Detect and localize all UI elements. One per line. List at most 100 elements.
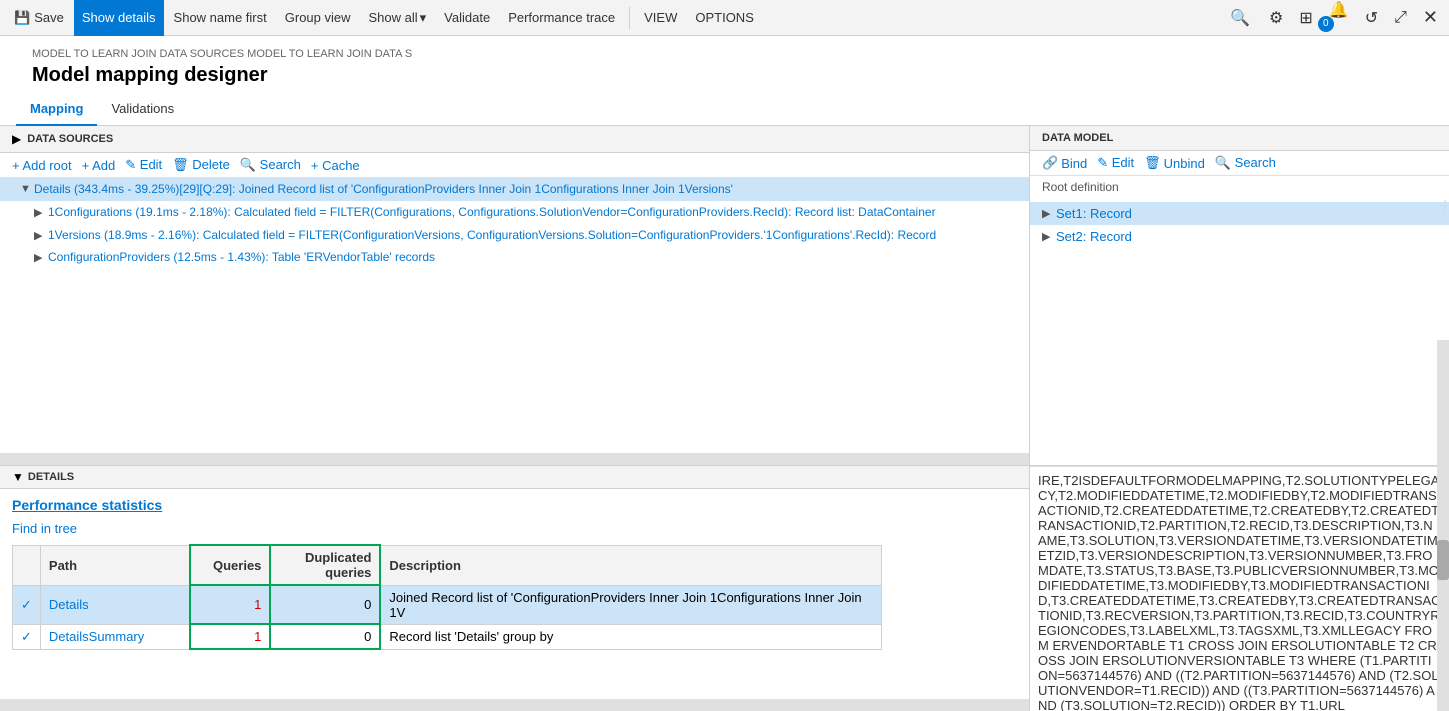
show-details-button[interactable]: Show details: [74, 0, 164, 36]
row-dup-details: 0: [270, 585, 380, 624]
group-view-button[interactable]: Group view: [277, 0, 359, 36]
save-icon: 💾: [14, 10, 30, 26]
ds-section-label: DATA SOURCES: [27, 133, 113, 145]
details-content: Performance statistics Find in tree Path…: [0, 489, 1029, 699]
tab-bar: Mapping Validations: [0, 95, 1449, 126]
right-panel: DATA MODEL 🔗 Bind ✎ Edit 🗑 Unbind: [1030, 126, 1449, 711]
data-model-section: DATA MODEL 🔗 Bind ✎ Edit 🗑 Unbind: [1030, 126, 1449, 466]
row-path-details: Details: [40, 585, 190, 624]
row-check-summary: ✓: [13, 624, 41, 649]
add-button[interactable]: + Add: [82, 158, 116, 173]
unbind-icon: 🗑: [1144, 155, 1161, 171]
tab-mapping[interactable]: Mapping: [16, 95, 97, 126]
table-row-detailssummary[interactable]: ✓ DetailsSummary 1 0 Record list 'Detail…: [13, 624, 882, 649]
validate-button[interactable]: Validate: [436, 0, 498, 36]
details-section-label: DETAILS: [28, 471, 74, 483]
notification-area: 🔔 0: [1324, 0, 1354, 38]
row-queries-details: 1: [190, 585, 270, 624]
perf-stats-title: Performance statistics: [12, 497, 1017, 513]
notification-badge: 0: [1318, 16, 1334, 32]
table-row-details[interactable]: ✓ Details 1 0 Joined Record list of 'Con…: [13, 585, 882, 624]
cache-button[interactable]: + Cache: [311, 158, 360, 173]
details-header: ▼ DETAILS: [0, 466, 1029, 489]
view-button[interactable]: VIEW: [636, 0, 685, 36]
open-new-button[interactable]: ⤢: [1389, 7, 1412, 29]
left-panel: ▶ DATA SOURCES + Add root + Add ✎ Edit 🗑…: [0, 126, 1030, 711]
sql-panel[interactable]: IRE,T2ISDEFAULTFORMODELMAPPING,T2.SOLUTI…: [1030, 466, 1449, 711]
find-in-tree-link[interactable]: Find in tree: [12, 521, 77, 536]
dm-expand-set2[interactable]: ▶: [1042, 230, 1056, 243]
tree-item-label-1versions: 1Versions (18.9ms - 2.16%): Calculated f…: [48, 227, 936, 244]
page-title: Model mapping designer: [16, 62, 1433, 95]
row-dup-summary: 0: [270, 624, 380, 649]
tree-item-label-details: Details (343.4ms - 39.25%)[29][Q:29]: Jo…: [34, 181, 733, 198]
row-path-summary: DetailsSummary: [40, 624, 190, 649]
data-sources-header: ▶ DATA SOURCES: [0, 126, 1029, 153]
tree-item-1versions[interactable]: ▶ 1Versions (18.9ms - 2.16%): Calculated…: [0, 224, 1029, 247]
performance-trace-button[interactable]: Performance trace: [500, 0, 623, 36]
dm-edit-button[interactable]: ✎ Edit: [1097, 155, 1134, 171]
root-definition: Root definition: [1030, 176, 1449, 198]
chevron-down-icon: ▾: [420, 10, 427, 26]
bind-button[interactable]: 🔗 Bind: [1042, 155, 1087, 171]
tree-expand-1versions[interactable]: ▶: [34, 229, 48, 242]
tree-item-configproviders[interactable]: ▶ ConfigurationProviders (12.5ms - 1.43%…: [0, 246, 1029, 269]
bind-icon: 🔗: [1042, 155, 1058, 171]
toolbar-separator-1: [629, 7, 630, 29]
split-area: ▶ DATA SOURCES + Add root + Add ✎ Edit 🗑…: [0, 126, 1449, 711]
dm-item-label-set1: Set1: Record: [1056, 206, 1132, 221]
dm-search-button[interactable]: 🔍 Search: [1215, 155, 1276, 171]
edit-button[interactable]: ✎ Edit: [125, 157, 162, 173]
dm-toolbar: 🔗 Bind ✎ Edit 🗑 Unbind 🔍 Search: [1030, 151, 1449, 176]
tree-item-details[interactable]: ▼ Details (343.4ms - 39.25%)[29][Q:29]: …: [0, 178, 1029, 201]
tree-item-label-1configs: 1Configurations (19.1ms - 2.18%): Calcul…: [48, 204, 936, 221]
ds-collapse-toggle[interactable]: ▶: [12, 132, 21, 146]
row-queries-summary: 1: [190, 624, 270, 649]
tree-expand-configproviders[interactable]: ▶: [34, 251, 48, 264]
tree-expand-1configs[interactable]: ▶: [34, 206, 48, 219]
options-button[interactable]: OPTIONS: [687, 0, 762, 36]
th-check: [13, 545, 41, 585]
refresh-button[interactable]: ↺: [1360, 6, 1383, 30]
details-section: ▼ DETAILS Performance statistics Find in…: [0, 466, 1029, 711]
details-hscroll[interactable]: [0, 699, 1029, 711]
delete-button[interactable]: 🗑 Delete: [172, 157, 230, 173]
search-ds-button[interactable]: 🔍 Search: [240, 157, 301, 173]
tab-validations[interactable]: Validations: [97, 95, 188, 126]
ds-toolbar: + Add root + Add ✎ Edit 🗑 Delete 🔍 Searc…: [0, 153, 1029, 178]
breadcrumb-area: MODEL TO LEARN JOIN DATA SOURCES MODEL T…: [0, 36, 1449, 95]
tree-expand-details[interactable]: ▼: [20, 183, 34, 195]
sql-area: ⋮ IRE,T2ISDEFAULTFORMODELMAPPING,T2.SOLU…: [1030, 466, 1449, 711]
main-content: MODEL TO LEARN JOIN DATA SOURCES MODEL T…: [0, 36, 1449, 711]
ds-tree: ▼ Details (343.4ms - 39.25%)[29][Q:29]: …: [0, 178, 1029, 453]
details-collapse-toggle[interactable]: ▼: [12, 470, 24, 484]
dm-item-label-set2: Set2: Record: [1056, 229, 1132, 244]
vscroll-thumb[interactable]: [1437, 540, 1449, 580]
perf-table: Path Queries Duplicated queries Descript…: [12, 544, 882, 650]
settings-icon-button[interactable]: ⚙: [1264, 6, 1288, 30]
save-button[interactable]: 💾 Save: [6, 0, 72, 36]
show-all-button[interactable]: Show all ▾: [361, 0, 435, 36]
dm-expand-set1[interactable]: ▶: [1042, 207, 1056, 220]
tree-item-1configs[interactable]: ▶ 1Configurations (19.1ms - 2.18%): Calc…: [0, 201, 1029, 224]
right-vscroll[interactable]: [1437, 466, 1449, 711]
dm-tree-item-set1[interactable]: ▶ Set1: Record: [1030, 202, 1449, 225]
data-sources-section: ▶ DATA SOURCES + Add root + Add ✎ Edit 🗑…: [0, 126, 1029, 466]
dm-section-label: DATA MODEL: [1042, 132, 1437, 144]
breadcrumb: MODEL TO LEARN JOIN DATA SOURCES MODEL T…: [16, 42, 1433, 62]
add-root-button[interactable]: + Add root: [12, 158, 72, 173]
row-desc-summary: Record list 'Details' group by: [380, 624, 881, 649]
office-icon-button[interactable]: ⊞: [1294, 6, 1317, 30]
dm-tree-item-set2[interactable]: ▶ Set2: Record: [1030, 225, 1449, 248]
search-button[interactable]: 🔍: [1222, 4, 1258, 32]
th-dup-queries: Duplicated queries: [270, 545, 380, 585]
sql-text-top: IRE,T2ISDEFAULTFORMODELMAPPING,T2.SOLUTI…: [1038, 473, 1441, 711]
ds-hscroll[interactable]: [0, 453, 1029, 465]
close-button[interactable]: ✕: [1418, 5, 1443, 30]
th-description: Description: [380, 545, 881, 585]
row-desc-details: Joined Record list of 'ConfigurationProv…: [380, 585, 881, 624]
show-name-first-button[interactable]: Show name first: [166, 0, 275, 36]
dm-tree: ▶ Set1: Record ▶ Set2: Record: [1030, 198, 1449, 252]
th-queries: Queries: [190, 545, 270, 585]
unbind-button[interactable]: 🗑 Unbind: [1144, 155, 1205, 171]
